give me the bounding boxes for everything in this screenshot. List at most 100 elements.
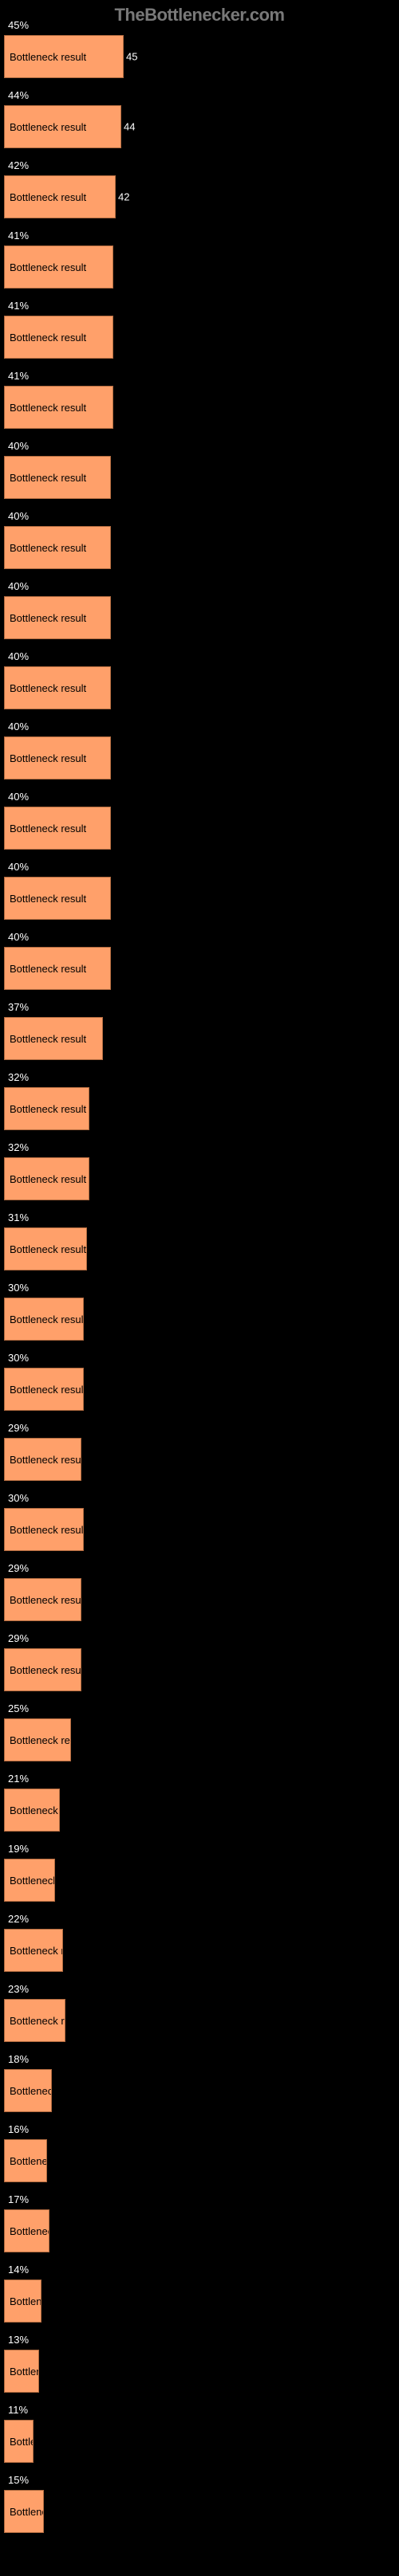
bar-row: 32%Bottleneck result <box>4 1087 395 1130</box>
bar-row: 40%Bottleneck result <box>4 947 395 990</box>
bar-row: 30%Bottleneck result <box>4 1508 395 1551</box>
chart-bar: Bottleneck result <box>4 175 116 218</box>
bar-label-text: Bottleneck result <box>10 1314 84 1325</box>
bar-row: 16%Bottleneck result <box>4 2139 395 2182</box>
bar-percent-label: 40% <box>8 861 29 873</box>
bar-label-text: Bottleneck result <box>10 1033 86 1045</box>
bar-label-text: Bottleneck result <box>10 1173 86 1185</box>
bar-row: 29%Bottleneck result <box>4 1648 395 1691</box>
bar-row: 29%Bottleneck result <box>4 1438 395 1481</box>
chart-bar: Bottleneck result <box>4 1929 63 1972</box>
bar-percent-label: 40% <box>8 931 29 943</box>
bar-percent-label: 15% <box>8 2474 29 2486</box>
bar-row: 41%Bottleneck result <box>4 245 395 289</box>
bar-percent-label: 40% <box>8 510 29 522</box>
bar-label-text: Bottleneck result <box>10 2436 34 2448</box>
bar-label-text: Bottleneck result <box>10 332 86 344</box>
bar-row: 29%Bottleneck result <box>4 1578 395 1621</box>
bar-percent-label: 29% <box>8 1422 29 1434</box>
bar-label-text: Bottleneck result <box>10 1945 63 1957</box>
bar-percent-label: 40% <box>8 580 29 592</box>
bar-label-text: Bottleneck result <box>10 823 86 834</box>
bar-row: 42%Bottleneck result42 <box>4 175 395 218</box>
bar-trailing-value: 44 <box>124 121 135 133</box>
bar-percent-label: 30% <box>8 1352 29 1364</box>
bar-row: 19%Bottleneck result <box>4 1859 395 1902</box>
bar-percent-label: 44% <box>8 89 29 101</box>
chart-bar: Bottleneck result <box>4 245 113 289</box>
bar-percent-label: 30% <box>8 1492 29 1504</box>
chart-bar: Bottleneck result <box>4 2420 34 2463</box>
bar-percent-label: 30% <box>8 1282 29 1294</box>
chart-bar: Bottleneck result <box>4 1718 71 1761</box>
chart-bar: Bottleneck result <box>4 947 111 990</box>
chart-bar: Bottleneck result <box>4 736 111 779</box>
chart-bar: Bottleneck result <box>4 35 124 78</box>
bar-row: 40%Bottleneck result <box>4 666 395 709</box>
bar-label-text: Bottleneck result <box>10 1875 55 1887</box>
bar-label-text: Bottleneck result <box>10 1594 81 1606</box>
bar-row: 23%Bottleneck result <box>4 1999 395 2042</box>
bar-percent-label: 41% <box>8 300 29 312</box>
chart-bar: Bottleneck result <box>4 1087 89 1130</box>
chart-bar: Bottleneck result <box>4 2280 41 2323</box>
bar-percent-label: 21% <box>8 1773 29 1785</box>
bar-label-text: Bottleneck result <box>10 1524 84 1536</box>
bar-row: 40%Bottleneck result <box>4 877 395 920</box>
chart-bar: Bottleneck result <box>4 1438 81 1481</box>
chart-bar: Bottleneck result <box>4 1227 87 1270</box>
chart-bar: Bottleneck result <box>4 1368 84 1411</box>
bar-label-text: Bottleneck result <box>10 472 86 484</box>
bar-percent-label: 40% <box>8 791 29 803</box>
bar-label-text: Bottleneck result <box>10 121 86 133</box>
bar-percent-label: 41% <box>8 230 29 242</box>
bar-percent-label: 45% <box>8 19 29 31</box>
chart-bar: Bottleneck result <box>4 1508 84 1551</box>
bar-percent-label: 16% <box>8 2123 29 2135</box>
bar-row: 17%Bottleneck result <box>4 2209 395 2252</box>
bar-row: 30%Bottleneck result <box>4 1298 395 1341</box>
bar-percent-label: 42% <box>8 159 29 171</box>
bar-row: 37%Bottleneck result <box>4 1017 395 1060</box>
bar-row: 14%Bottleneck result <box>4 2280 395 2323</box>
chart-bar: Bottleneck result <box>4 2350 39 2393</box>
bar-label-text: Bottleneck result <box>10 682 86 694</box>
bar-row: 18%Bottleneck result <box>4 2069 395 2112</box>
bar-label-text: Bottleneck result <box>10 1664 81 1676</box>
bar-percent-label: 19% <box>8 1843 29 1855</box>
bar-row: 41%Bottleneck result <box>4 386 395 429</box>
chart-bar: Bottleneck result <box>4 1648 81 1691</box>
bar-trailing-value: 45 <box>126 51 137 63</box>
chart-bar: Bottleneck result <box>4 877 111 920</box>
bar-percent-label: 31% <box>8 1211 29 1223</box>
bar-label-text: Bottleneck result <box>10 261 86 273</box>
bar-row: 41%Bottleneck result <box>4 316 395 359</box>
bar-label-text: Bottleneck result <box>10 191 86 203</box>
bar-label-text: Bottleneck result <box>10 1243 86 1255</box>
chart-bar: Bottleneck result <box>4 316 113 359</box>
bar-percent-label: 29% <box>8 1632 29 1644</box>
bar-row: 21%Bottleneck result <box>4 1789 395 1832</box>
bar-row: 15%Bottleneck result <box>4 2490 395 2533</box>
bar-trailing-value: 42 <box>118 191 129 203</box>
bar-label-text: Bottleneck result <box>10 51 86 63</box>
bar-row: 30%Bottleneck result <box>4 1368 395 1411</box>
bar-percent-label: 40% <box>8 721 29 732</box>
bar-percent-label: 17% <box>8 2193 29 2205</box>
site-header: TheBottlenecker.com <box>0 0 399 27</box>
chart-bar: Bottleneck result <box>4 1859 55 1902</box>
chart-bar: Bottleneck result <box>4 1017 103 1060</box>
bar-label-text: Bottleneck result <box>10 2225 49 2237</box>
bar-percent-label: 37% <box>8 1001 29 1013</box>
bar-percent-label: 32% <box>8 1141 29 1153</box>
bar-label-text: Bottleneck result <box>10 2506 44 2518</box>
bar-percent-label: 32% <box>8 1071 29 1083</box>
chart-bar: Bottleneck result <box>4 807 111 850</box>
bar-label-text: Bottleneck result <box>10 963 86 975</box>
bar-percent-label: 25% <box>8 1702 29 1714</box>
bar-label-text: Bottleneck result <box>10 542 86 554</box>
bar-row: 11%Bottleneck result <box>4 2420 395 2463</box>
chart-bar: Bottleneck result <box>4 2069 52 2112</box>
chart-bar: Bottleneck result <box>4 1999 65 2042</box>
bar-percent-label: 29% <box>8 1562 29 1574</box>
